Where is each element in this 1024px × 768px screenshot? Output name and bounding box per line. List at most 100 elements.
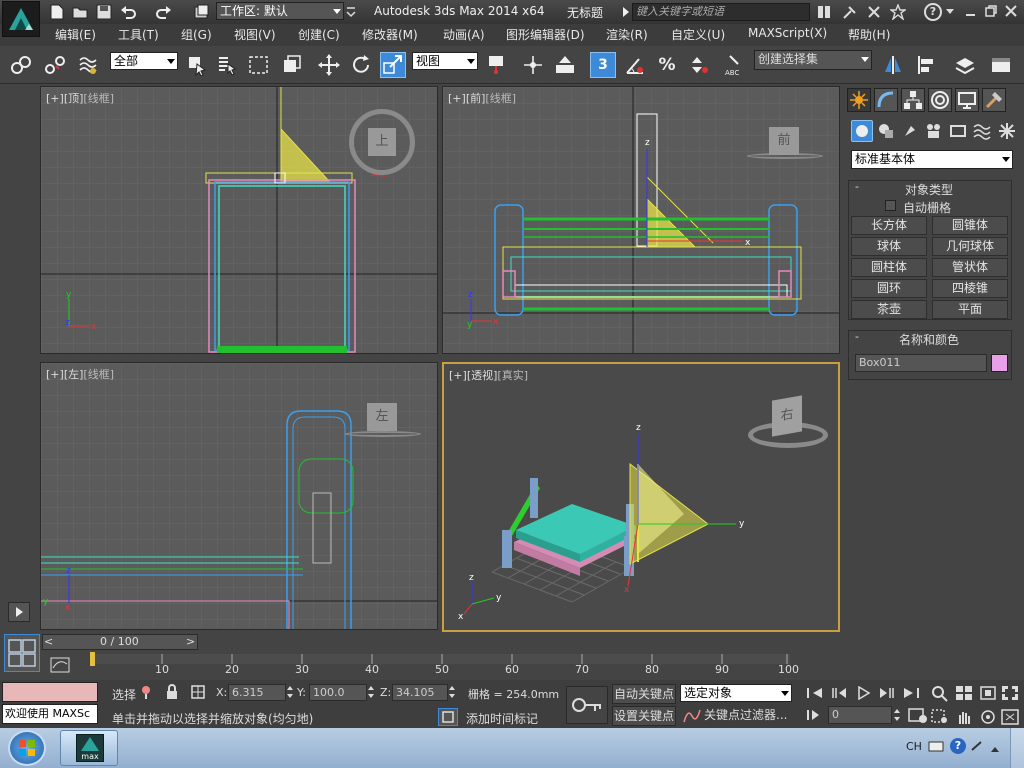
bind-to-space-warp-icon[interactable] — [76, 52, 102, 78]
named-selection-sets-input[interactable]: 创建选择集 — [754, 50, 872, 70]
object-color-swatch[interactable] — [991, 354, 1008, 372]
motion-tab-icon[interactable] — [928, 88, 952, 112]
timeline-ruler[interactable]: 10 20 30 40 50 60 70 80 90 100 — [90, 652, 799, 676]
unlink-selection-icon[interactable] — [42, 52, 68, 78]
systems-icon[interactable] — [998, 122, 1016, 140]
create-tab-icon[interactable] — [847, 88, 871, 112]
workspace-select[interactable]: 工作区: 默认 — [216, 2, 344, 20]
maximize-viewport-icon[interactable] — [1000, 708, 1020, 726]
selection-filter-select[interactable]: 全部 — [110, 52, 178, 70]
viewcube-left[interactable]: 左 — [345, 399, 421, 443]
app-logo-icon[interactable] — [2, 1, 40, 37]
select-object-icon[interactable] — [184, 52, 210, 78]
time-configuration-icon[interactable] — [908, 706, 928, 724]
menu-maxscript[interactable]: MAXScript(X) — [748, 26, 827, 40]
help-icon[interactable]: ? — [924, 3, 942, 21]
ime-help-icon[interactable]: ? — [950, 738, 966, 754]
pan-view-icon[interactable] — [954, 708, 974, 726]
snaps-toggle-icon[interactable]: 3 — [590, 52, 616, 78]
new-file-icon[interactable] — [50, 4, 64, 20]
name-color-title[interactable]: 名称和颜色 — [899, 331, 959, 348]
exchange-icon[interactable] — [866, 4, 882, 20]
z-spinner-icon[interactable] — [449, 685, 455, 699]
redo-icon[interactable] — [156, 4, 172, 20]
menu-group[interactable]: 组(G) — [181, 26, 212, 43]
viewcube-front[interactable]: 前 — [747, 121, 823, 165]
edit-named-selection-icon[interactable]: ABC — [722, 52, 748, 78]
go-to-end-icon[interactable] — [902, 686, 920, 700]
object-type-collapse-icon[interactable]: - — [855, 181, 863, 192]
ime-options-icon[interactable] — [970, 740, 984, 752]
helpers-icon[interactable] — [949, 122, 967, 140]
save-file-icon[interactable] — [96, 4, 112, 20]
space-warps-icon[interactable] — [973, 122, 991, 140]
input-language-label[interactable]: CH — [906, 740, 922, 753]
key-filters-button[interactable]: 关键点过滤器... — [704, 706, 792, 726]
cylinder-button[interactable]: 圆柱体 — [851, 258, 927, 277]
expand-panel-icon[interactable] — [8, 602, 30, 622]
object-category-select[interactable]: 标准基本体 — [851, 150, 1013, 169]
viewport-front-label[interactable]: [+][前][线框] — [448, 90, 516, 106]
key-mode-select[interactable]: 选定对象 — [680, 684, 792, 702]
infocenter-search-icon[interactable] — [816, 4, 832, 20]
mirror-icon[interactable] — [880, 52, 906, 78]
current-frame-spinner-icon[interactable] — [894, 708, 900, 722]
name-color-collapse-icon[interactable]: - — [855, 331, 863, 342]
select-and-move-icon[interactable] — [316, 52, 342, 78]
select-and-scale-icon[interactable] — [380, 52, 406, 78]
shapes-icon[interactable] — [877, 122, 895, 140]
tube-button[interactable]: 管状体 — [932, 258, 1008, 277]
key-mode-toggle-icon[interactable] — [806, 708, 824, 722]
minimize-icon[interactable] — [964, 4, 978, 18]
select-and-link-icon[interactable] — [8, 52, 34, 78]
zoom-icon[interactable] — [930, 684, 950, 702]
search-input[interactable]: 键入关键字或短语 — [632, 3, 810, 21]
y-spinner-icon[interactable] — [368, 685, 374, 699]
spinner-snap-icon[interactable] — [686, 52, 712, 78]
menu-create[interactable]: 创建(C) — [298, 26, 340, 43]
selection-lock-icon[interactable] — [164, 684, 180, 700]
hierarchy-tab-icon[interactable] — [901, 88, 925, 112]
select-and-manipulate-icon[interactable] — [520, 52, 546, 78]
object-name-field[interactable]: Box011 — [855, 354, 987, 372]
menu-help[interactable]: 帮助(H) — [848, 26, 890, 43]
pyramid-button[interactable]: 四棱锥 — [932, 279, 1008, 298]
viewport-left-label[interactable]: [+][左][线框] — [46, 366, 114, 382]
y-coordinate-field[interactable]: 100.0 — [309, 684, 367, 701]
menu-edit[interactable]: 编辑(E) — [55, 26, 96, 43]
auto-grid-checkbox[interactable] — [885, 200, 896, 211]
display-tab-icon[interactable] — [955, 88, 979, 112]
quick-access-dropdown-icon[interactable] — [346, 6, 356, 18]
zoom-extents-all-icon[interactable] — [1000, 684, 1020, 702]
set-key-button[interactable]: 设置关键点 — [612, 706, 676, 726]
box-button[interactable]: 长方体 — [851, 216, 927, 235]
zoom-extents-icon[interactable] — [978, 684, 998, 702]
menu-tools[interactable]: 工具(T) — [118, 26, 159, 43]
menu-customize[interactable]: 自定义(U) — [671, 26, 725, 43]
viewport-top[interactable]: x y x z 上 [+][顶][线框] — [40, 86, 438, 354]
previous-frame-icon[interactable] — [830, 686, 848, 700]
object-type-title[interactable]: 对象类型 — [905, 181, 953, 198]
zoom-region-icon[interactable] — [930, 708, 950, 726]
align-icon[interactable] — [914, 52, 940, 78]
current-frame-field[interactable]: 0 — [828, 706, 892, 724]
menu-modifiers[interactable]: 修改器(M) — [362, 26, 418, 43]
percent-snap-icon[interactable]: % — [654, 52, 680, 78]
isolate-selection-icon[interactable] — [138, 684, 154, 700]
open-file-icon[interactable] — [72, 4, 88, 20]
menu-animation[interactable]: 动画(A) — [443, 26, 485, 43]
maxscript-prompt[interactable]: 欢迎使用 MAXSc — [2, 704, 98, 724]
zoom-all-icon[interactable] — [954, 684, 974, 702]
viewport-perspective[interactable]: z y x z y x 右 [+][透视][真实] — [442, 362, 840, 632]
viewcube-front-face[interactable]: 前 — [769, 127, 799, 155]
undo-icon[interactable] — [120, 4, 136, 20]
keyboard-shortcut-override-icon[interactable] — [552, 52, 578, 78]
restore-icon[interactable] — [984, 4, 998, 18]
utilities-tab-icon[interactable] — [982, 88, 1006, 112]
go-to-start-icon[interactable] — [806, 686, 824, 700]
keyboard-icon[interactable] — [928, 740, 944, 752]
viewport-layouts-icon[interactable] — [4, 634, 40, 672]
viewport-perspective-label[interactable]: [+][透视][真实] — [449, 367, 528, 383]
menu-views[interactable]: 视图(V) — [234, 26, 276, 43]
menu-graph-editors[interactable]: 图形编辑器(D) — [506, 26, 585, 43]
